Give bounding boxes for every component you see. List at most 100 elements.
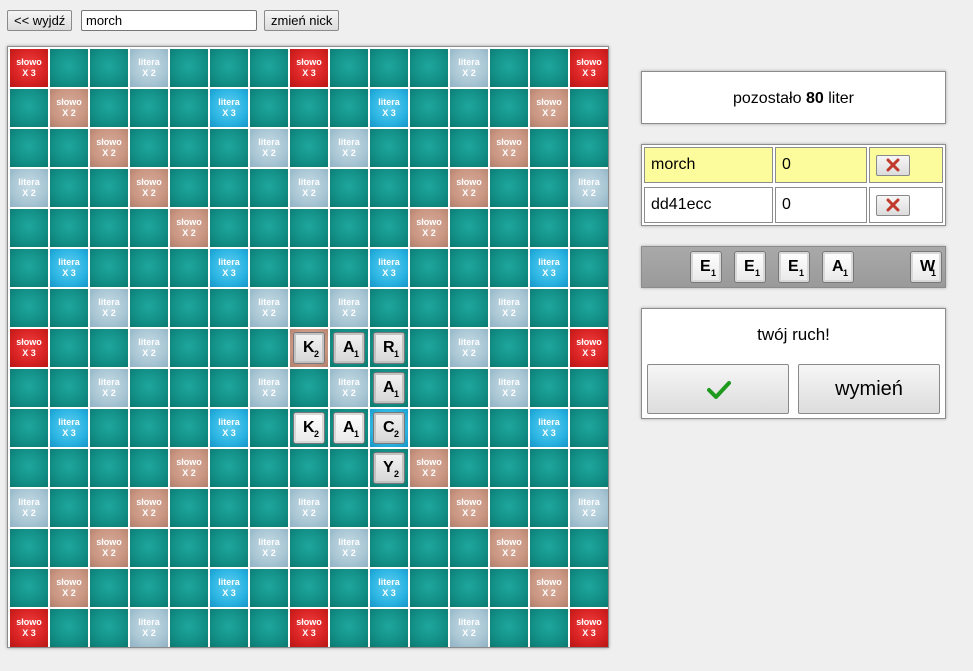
board-cell[interactable] [130, 289, 168, 327]
board-cell-l2[interactable]: litera X 2 [330, 369, 368, 407]
board-cell-l2[interactable]: litera X 2 [130, 609, 168, 647]
board-cell[interactable] [210, 209, 248, 247]
board-cell[interactable] [210, 289, 248, 327]
board-cell[interactable] [170, 129, 208, 167]
board-cell[interactable] [250, 329, 288, 367]
board-cell[interactable] [250, 49, 288, 87]
board-cell-l3[interactable]: literaX 3 [530, 409, 568, 447]
board-cell-l2[interactable]: litera X 2 [10, 489, 48, 527]
board-cell[interactable] [410, 569, 448, 607]
board-cell[interactable] [450, 409, 488, 447]
change-nick-button[interactable]: zmień nick [264, 10, 340, 31]
board-cell[interactable] [410, 489, 448, 527]
board-cell[interactable] [530, 289, 568, 327]
board-cell[interactable] [170, 169, 208, 207]
board-cell-w3[interactable]: słowo X 3 [10, 49, 48, 87]
board-cell-w3[interactable]: słowo X 3 [570, 329, 608, 367]
board-cell[interactable] [370, 169, 408, 207]
board-cell[interactable] [570, 289, 608, 327]
board-cell[interactable] [450, 569, 488, 607]
board-cell[interactable] [210, 329, 248, 367]
board-cell[interactable] [210, 49, 248, 87]
board-cell-w2[interactable]: słowoX 2 [490, 529, 528, 567]
board-cell[interactable] [410, 529, 448, 567]
board-cell-l2[interactable]: litera X 2 [250, 529, 288, 567]
board-cell[interactable] [90, 569, 128, 607]
board-cell[interactable] [570, 89, 608, 127]
board-cell-l2[interactable]: litera X 2 [450, 609, 488, 647]
board-cell-l2[interactable]: litera X 2 [450, 329, 488, 367]
board-cell[interactable] [170, 369, 208, 407]
board-cell[interactable] [130, 209, 168, 247]
board-cell[interactable] [290, 569, 328, 607]
board-cell[interactable] [490, 609, 528, 647]
board-cell[interactable] [490, 89, 528, 127]
rack-tile[interactable]: W1 [910, 251, 942, 283]
board-cell-w2[interactable]: słowoX 2 [50, 89, 88, 127]
board-cell-w2[interactable]: słowoX 2 [530, 569, 568, 607]
board-cell-l2[interactable]: litera X 2 [10, 169, 48, 207]
board-cell[interactable] [530, 609, 568, 647]
board-cell[interactable] [410, 609, 448, 647]
board-cell[interactable] [10, 129, 48, 167]
board-cell[interactable] [570, 449, 608, 487]
board-cell[interactable] [250, 609, 288, 647]
board-cell[interactable] [90, 169, 128, 207]
board-cell-w3[interactable]: słowo X 3 [570, 49, 608, 87]
board-cell-l3[interactable]: literaX 3 [50, 409, 88, 447]
board-cell[interactable] [170, 529, 208, 567]
board-cell-w3[interactable]: słowo X 3 [10, 329, 48, 367]
board-cell-w2[interactable]: słowoX 2 [530, 89, 568, 127]
board-cell[interactable] [170, 569, 208, 607]
board-cell[interactable] [290, 449, 328, 487]
board-cell-w2[interactable]: słowoX 2 [130, 169, 168, 207]
board-cell[interactable] [450, 289, 488, 327]
board-cell[interactable] [210, 169, 248, 207]
board-cell-w2[interactable]: słowoX 2 [410, 449, 448, 487]
board-cell[interactable] [570, 529, 608, 567]
rack-tile[interactable]: A1 [822, 251, 854, 283]
board-cell-l3[interactable]: literaX 3 [370, 249, 408, 287]
board-cell-l3[interactable]: literaX 3 [370, 89, 408, 127]
board-cell[interactable] [330, 249, 368, 287]
board-cell[interactable] [450, 369, 488, 407]
board-cell[interactable] [410, 169, 448, 207]
board-cell[interactable] [570, 209, 608, 247]
board-cell[interactable] [410, 369, 448, 407]
board-cell[interactable] [10, 529, 48, 567]
board-cell[interactable] [530, 369, 568, 407]
board-cell[interactable] [490, 489, 528, 527]
board-cell[interactable] [570, 569, 608, 607]
board-cell[interactable] [90, 609, 128, 647]
board-cell[interactable] [50, 289, 88, 327]
board-cell-l3[interactable]: literaX 3 [210, 569, 248, 607]
board-cell[interactable] [570, 129, 608, 167]
board-cell[interactable] [50, 49, 88, 87]
board-cell[interactable] [10, 249, 48, 287]
board-cell[interactable] [50, 169, 88, 207]
board-cell[interactable] [130, 369, 168, 407]
board-cell[interactable] [170, 489, 208, 527]
board-cell[interactable] [410, 129, 448, 167]
board-cell-l3[interactable]: literaX 3 [50, 249, 88, 287]
board-cell[interactable] [10, 369, 48, 407]
board-cell[interactable] [210, 489, 248, 527]
board-cell[interactable] [10, 449, 48, 487]
board-cell-w2[interactable]: słowoX 2 [130, 489, 168, 527]
board-cell[interactable] [290, 209, 328, 247]
rack-tile[interactable]: E1 [690, 251, 722, 283]
board-cell[interactable] [450, 449, 488, 487]
board-cell[interactable] [490, 249, 528, 287]
board-cell[interactable] [530, 529, 568, 567]
board-cell-l2[interactable]: litera X 2 [290, 489, 328, 527]
board-cell[interactable] [370, 289, 408, 327]
board-cell-l2[interactable]: litera X 2 [330, 529, 368, 567]
board-cell[interactable] [370, 609, 408, 647]
board-cell-w3[interactable]: słowo X 3 [290, 49, 328, 87]
board-cell-w2[interactable]: słowoX 2 [450, 489, 488, 527]
board-cell[interactable] [90, 329, 128, 367]
board-cell-w2[interactable]: słowoX 2 [90, 529, 128, 567]
board-cell[interactable] [530, 129, 568, 167]
board-cell[interactable] [450, 249, 488, 287]
board-cell[interactable] [490, 209, 528, 247]
